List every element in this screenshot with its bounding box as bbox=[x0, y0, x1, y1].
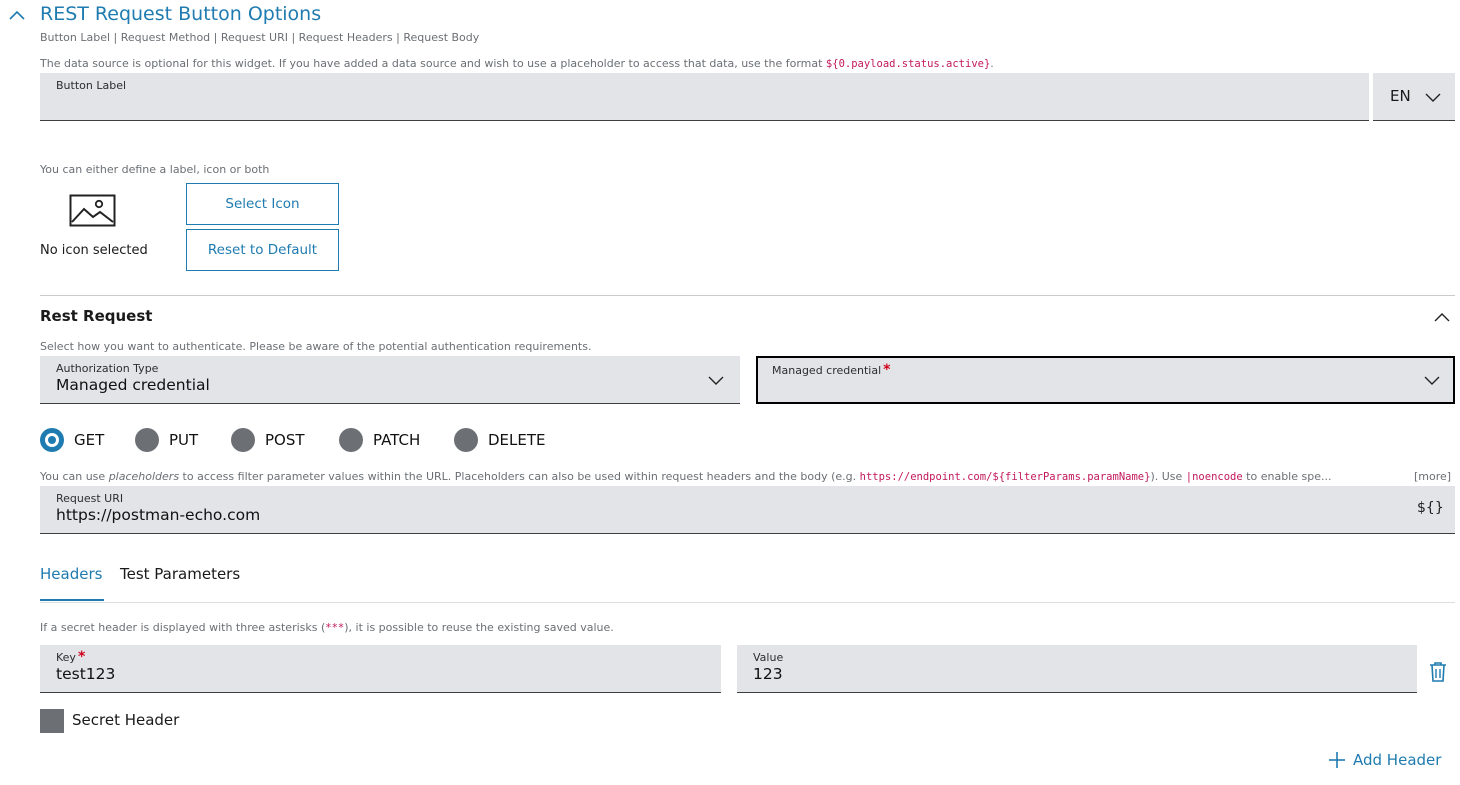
header-key-field[interactable]: Key * test123 bbox=[40, 645, 721, 693]
radio-icon bbox=[135, 428, 159, 452]
uri-hint: You can use placeholders to access filte… bbox=[40, 470, 1332, 483]
request-uri-value: https://postman-echo.com bbox=[56, 506, 261, 524]
language-value: EN bbox=[1390, 87, 1411, 105]
datasource-note: The data source is optional for this wid… bbox=[40, 57, 994, 70]
chevron-down-icon bbox=[708, 376, 724, 385]
tab-test-parameters[interactable]: Test Parameters bbox=[120, 565, 240, 583]
managed-credential-select[interactable]: Managed credential * bbox=[756, 356, 1455, 404]
method-radio-post[interactable]: POST bbox=[231, 428, 305, 452]
method-radio-get[interactable]: GET bbox=[40, 428, 104, 452]
section-subtitle: Button Label | Request Method | Request … bbox=[40, 31, 480, 44]
tab-active-indicator bbox=[40, 599, 104, 601]
more-link[interactable]: [more] bbox=[1414, 470, 1451, 483]
header-key-value: test123 bbox=[56, 665, 116, 683]
radio-icon bbox=[339, 428, 363, 452]
chevron-down-icon bbox=[1425, 93, 1441, 102]
icon-hint: You can either define a label, icon or b… bbox=[40, 163, 270, 176]
tab-headers[interactable]: Headers bbox=[40, 565, 102, 583]
placeholder-insert-button[interactable]: ${} bbox=[1417, 500, 1444, 516]
divider bbox=[40, 295, 1455, 296]
authorization-type-select[interactable]: Authorization Type Managed credential bbox=[40, 356, 740, 404]
button-label-label: Button Label bbox=[56, 79, 127, 92]
authorization-type-value: Managed credential bbox=[56, 376, 210, 394]
secret-header-label: Secret Header bbox=[72, 711, 180, 729]
image-placeholder-icon bbox=[69, 194, 116, 227]
radio-icon bbox=[454, 428, 478, 452]
trash-icon bbox=[1430, 662, 1446, 682]
secret-header-checkbox[interactable] bbox=[40, 709, 64, 733]
managed-credential-label: Managed credential * bbox=[772, 362, 891, 378]
header-value-field[interactable]: Value 123 bbox=[737, 645, 1417, 693]
section-title: REST Request Button Options bbox=[40, 3, 322, 25]
rest-request-title: Rest Request bbox=[40, 307, 153, 325]
reset-to-default-button[interactable]: Reset to Default bbox=[186, 229, 339, 271]
method-radio-delete[interactable]: DELETE bbox=[454, 428, 546, 452]
chevron-down-icon bbox=[1424, 376, 1440, 385]
icon-status: No icon selected bbox=[40, 243, 148, 258]
auth-hint: Select how you want to authenticate. Ple… bbox=[40, 340, 592, 353]
method-radio-put[interactable]: PUT bbox=[135, 428, 198, 452]
headers-hint: If a secret header is displayed with thr… bbox=[40, 621, 614, 634]
delete-header-button[interactable] bbox=[1428, 661, 1448, 683]
language-select[interactable]: EN bbox=[1373, 73, 1455, 121]
chevron-up-icon bbox=[9, 10, 25, 20]
collapse-section-toggle[interactable] bbox=[8, 6, 28, 26]
radio-icon bbox=[231, 428, 255, 452]
radio-selected-icon bbox=[40, 428, 64, 452]
chevron-up-icon bbox=[1434, 313, 1450, 322]
request-uri-label: Request URI bbox=[56, 492, 124, 505]
select-icon-button[interactable]: Select Icon bbox=[186, 183, 339, 225]
button-label-field[interactable]: Button Label bbox=[40, 73, 1369, 121]
request-uri-field[interactable]: Request URI https://postman-echo.com ${} bbox=[40, 486, 1455, 534]
header-value-value: 123 bbox=[753, 665, 783, 683]
method-radio-patch[interactable]: PATCH bbox=[339, 428, 420, 452]
authorization-type-label: Authorization Type bbox=[56, 362, 159, 375]
rest-request-collapse-toggle[interactable] bbox=[1433, 308, 1453, 328]
plus-icon bbox=[1329, 752, 1345, 768]
tabs-divider bbox=[40, 602, 1455, 603]
add-header-button[interactable]: Add Header bbox=[1328, 751, 1441, 769]
header-key-label: Key * bbox=[56, 649, 86, 665]
header-value-label: Value bbox=[753, 651, 784, 664]
